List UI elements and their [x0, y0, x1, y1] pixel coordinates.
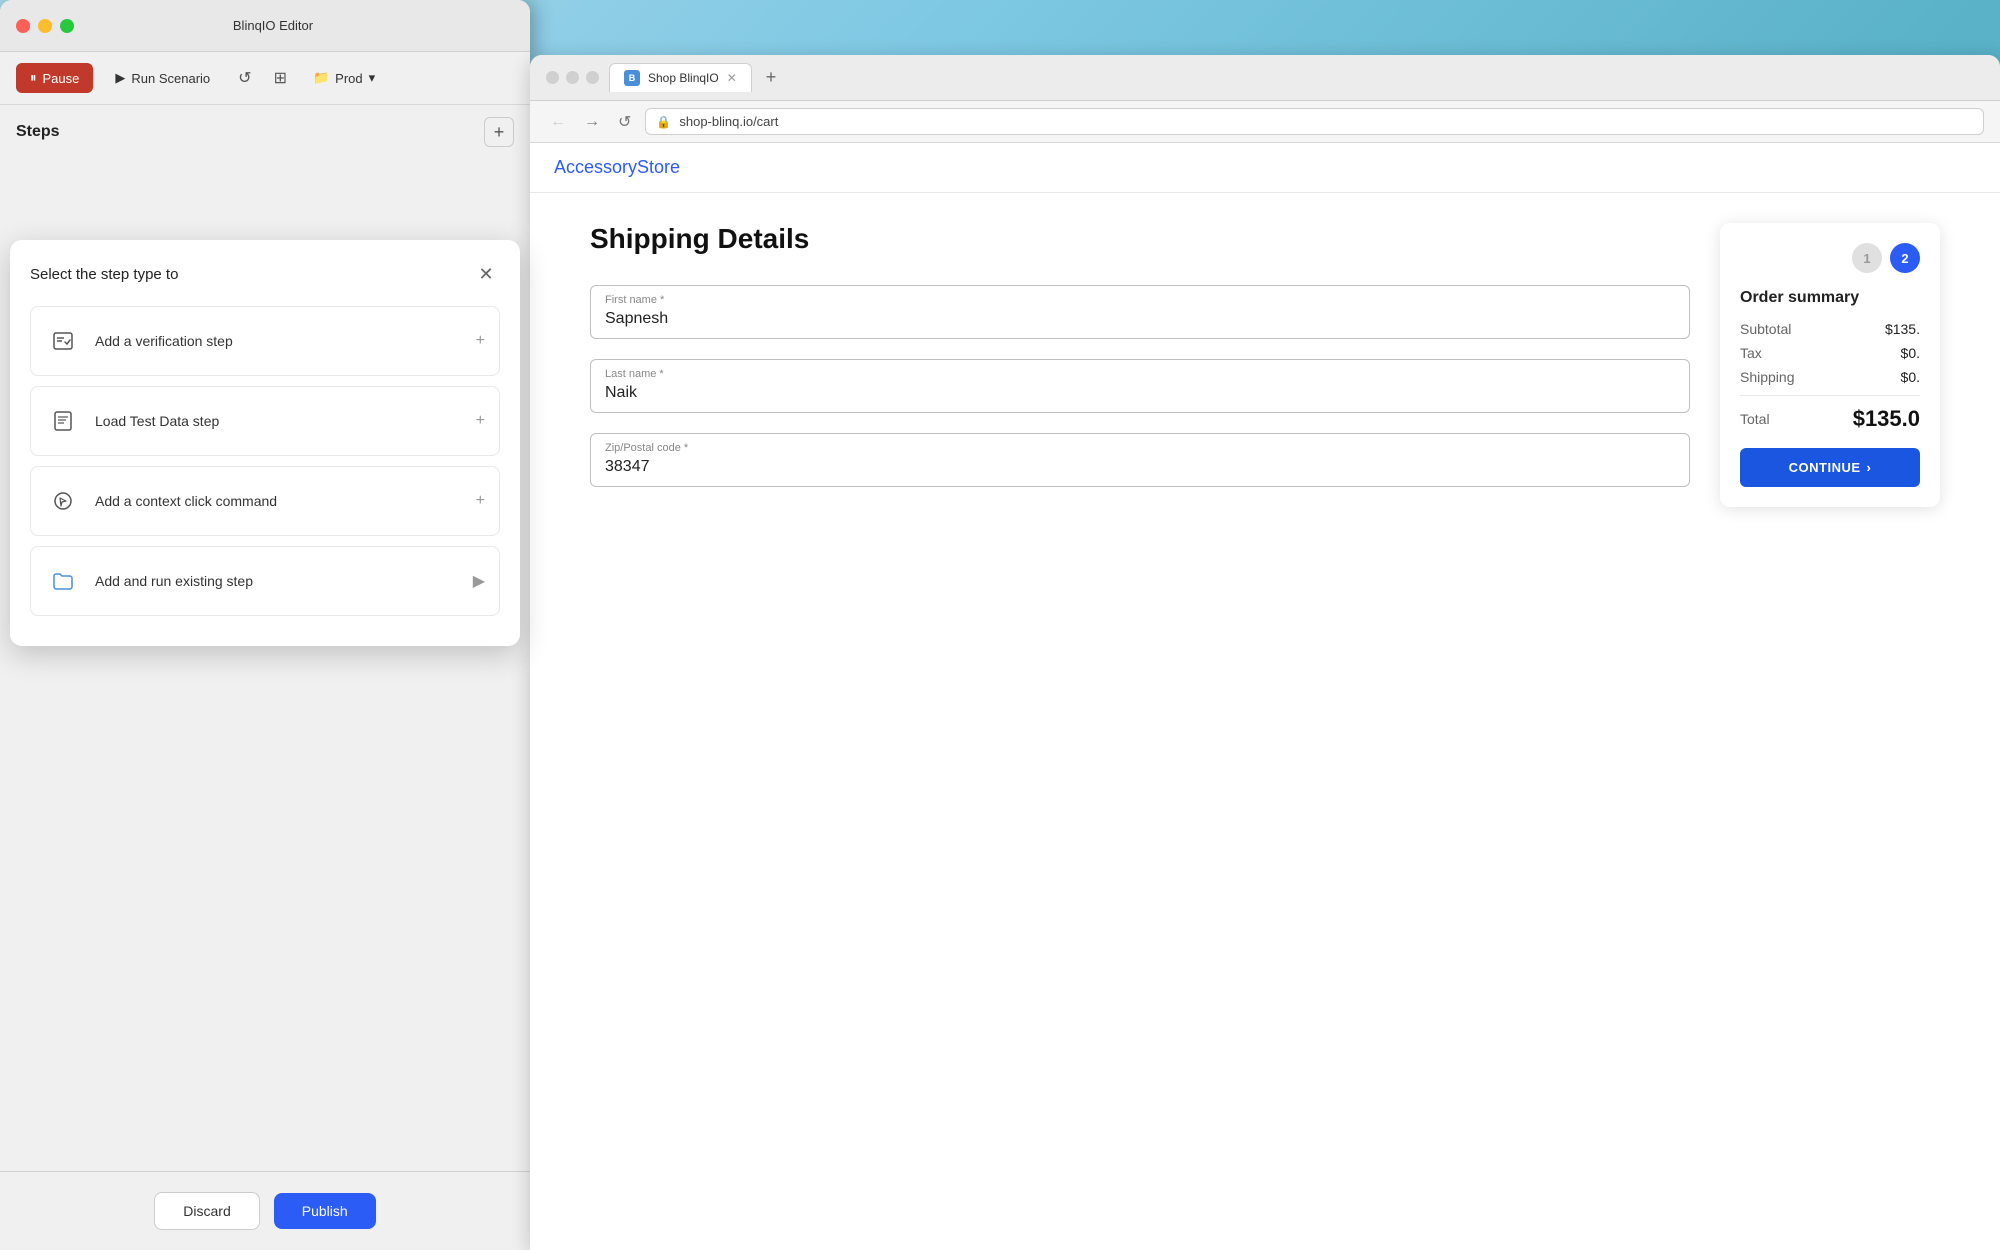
close-traffic-light[interactable] — [16, 19, 30, 33]
zip-label: Zip/Postal code * — [605, 442, 688, 454]
site-wrapper: AccessoryStore Shipping Details First na… — [530, 143, 2000, 1250]
step-type-dropdown: Select the step type to ✕ Add a verifica… — [10, 240, 520, 646]
order-summary-panel: 1 2 Order summary Subtotal $135. Tax $0. — [1720, 223, 1940, 507]
verification-step-label: Add a verification step — [95, 333, 233, 349]
editor-footer: Discard Publish — [0, 1171, 530, 1250]
browser-traffic-lights — [546, 71, 599, 84]
add-load-test-icon: + — [476, 412, 485, 430]
browser-minimize-light[interactable] — [566, 71, 579, 84]
zip-field[interactable]: Zip/Postal code * 38347 — [590, 433, 1690, 487]
lock-icon: 🔒 — [656, 115, 671, 129]
refresh-button[interactable]: ↺ — [232, 62, 257, 94]
order-subtotal-row: Subtotal $135. — [1740, 321, 1920, 337]
load-test-data-option[interactable]: Load Test Data step + — [30, 386, 500, 456]
last-name-label: Last name * — [605, 368, 664, 380]
back-button[interactable]: ← — [546, 109, 570, 135]
add-context-click-icon: + — [476, 492, 485, 510]
browser-titlebar: B Shop BlinqIO ✕ + — [530, 55, 2000, 101]
verification-icon — [45, 323, 81, 359]
tax-value: $0. — [1901, 345, 1920, 361]
order-tax-row: Tax $0. — [1740, 345, 1920, 361]
brand-plain: Accessory — [554, 157, 637, 177]
shipping-heading: Shipping Details — [590, 223, 1690, 255]
first-name-value: Sapnesh — [605, 296, 1675, 328]
site-nav: AccessoryStore — [530, 143, 2000, 193]
steps-header: Steps + — [0, 105, 530, 159]
order-summary-title: Order summary — [1740, 289, 1920, 307]
browser-close-light[interactable] — [546, 71, 559, 84]
existing-step-arrow-icon: ▶ — [473, 571, 485, 591]
tax-label: Tax — [1740, 345, 1762, 361]
toolbar: ⏸ Pause ▶ Run Scenario ↺ ⊞ 📁 Prod ▾ — [0, 52, 530, 105]
play-icon: ▶ — [115, 70, 125, 86]
order-total-row: Total $135.0 — [1740, 406, 1920, 432]
order-divider — [1740, 395, 1920, 396]
subtotal-value: $135. — [1885, 321, 1920, 337]
add-existing-step-label: Add and run existing step — [95, 573, 253, 589]
layout-button[interactable]: ⊞ — [268, 62, 293, 94]
reload-button[interactable]: ↺ — [614, 108, 635, 136]
tab-favicon: B — [624, 70, 640, 86]
publish-button[interactable]: Publish — [274, 1193, 376, 1229]
add-verification-icon: + — [476, 332, 485, 350]
shipping-value: $0. — [1901, 369, 1920, 385]
step-1-dot: 1 — [1852, 243, 1882, 273]
site-main: Shipping Details First name * Sapnesh La… — [530, 193, 2000, 1250]
folder-existing-icon — [45, 563, 81, 599]
url-text: shop-blinq.io/cart — [679, 114, 778, 129]
pause-icon: ⏸ — [30, 70, 37, 86]
context-click-icon — [45, 483, 81, 519]
run-scenario-button[interactable]: ▶ Run Scenario — [103, 63, 222, 93]
new-tab-button[interactable]: + — [762, 67, 781, 88]
tab-close-button[interactable]: ✕ — [727, 71, 737, 85]
dropdown-header: Select the step type to ✕ — [30, 260, 500, 288]
discard-button[interactable]: Discard — [154, 1192, 259, 1230]
last-name-field[interactable]: Last name * Naik — [590, 359, 1690, 413]
tab-label: Shop BlinqIO — [648, 71, 719, 85]
zip-group: Zip/Postal code * 38347 — [590, 433, 1690, 487]
context-click-label: Add a context click command — [95, 493, 277, 509]
zip-value: 38347 — [605, 444, 1675, 476]
browser-tab[interactable]: B Shop BlinqIO ✕ — [609, 63, 752, 92]
address-bar[interactable]: 🔒 shop-blinq.io/cart — [645, 108, 1984, 135]
pause-button[interactable]: ⏸ Pause — [16, 63, 93, 93]
env-selector[interactable]: 📁 Prod ▾ — [303, 64, 385, 92]
dropdown-title: Select the step type to — [30, 266, 178, 283]
first-name-group: First name * Sapnesh — [590, 285, 1690, 339]
brand-colored: Store — [637, 157, 680, 177]
continue-label: CONTINUE — [1789, 460, 1861, 475]
folder-icon: 📁 — [313, 70, 329, 86]
shipping-label: Shipping — [1740, 369, 1795, 385]
context-click-option[interactable]: Add a context click command + — [30, 466, 500, 536]
add-verification-step-option[interactable]: Add a verification step + — [30, 306, 500, 376]
total-value: $135.0 — [1853, 406, 1920, 432]
browser-nav: ← → ↺ 🔒 shop-blinq.io/cart — [530, 101, 2000, 143]
editor-window: BlinqIO Editor ⏸ Pause ▶ Run Scenario ↺ … — [0, 0, 530, 1250]
step-indicator: 1 2 — [1740, 243, 1920, 273]
browser-window: B Shop BlinqIO ✕ + ← → ↺ 🔒 shop-blinq.io… — [530, 55, 2000, 1250]
continue-button[interactable]: CONTINUE › — [1740, 448, 1920, 487]
title-bar: BlinqIO Editor — [0, 0, 530, 52]
shipping-form: Shipping Details First name * Sapnesh La… — [590, 223, 1690, 1220]
add-step-button[interactable]: + — [484, 117, 514, 147]
continue-arrow-icon: › — [1867, 460, 1872, 475]
add-existing-step-option[interactable]: Add and run existing step ▶ — [30, 546, 500, 616]
chevron-down-icon: ▾ — [369, 70, 376, 86]
last-name-value: Naik — [605, 370, 1675, 402]
last-name-group: Last name * Naik — [590, 359, 1690, 413]
load-test-data-label: Load Test Data step — [95, 413, 219, 429]
forward-button[interactable]: → — [580, 109, 604, 135]
step-2-dot: 2 — [1890, 243, 1920, 273]
total-label: Total — [1740, 411, 1770, 427]
order-shipping-row: Shipping $0. — [1740, 369, 1920, 385]
close-dropdown-button[interactable]: ✕ — [472, 260, 500, 288]
window-title: BlinqIO Editor — [32, 18, 514, 33]
steps-title: Steps — [16, 123, 60, 141]
site-brand: AccessoryStore — [554, 157, 680, 177]
first-name-field[interactable]: First name * Sapnesh — [590, 285, 1690, 339]
browser-fullscreen-light[interactable] — [586, 71, 599, 84]
first-name-label: First name * — [605, 294, 664, 306]
subtotal-label: Subtotal — [1740, 321, 1791, 337]
load-data-icon — [45, 403, 81, 439]
